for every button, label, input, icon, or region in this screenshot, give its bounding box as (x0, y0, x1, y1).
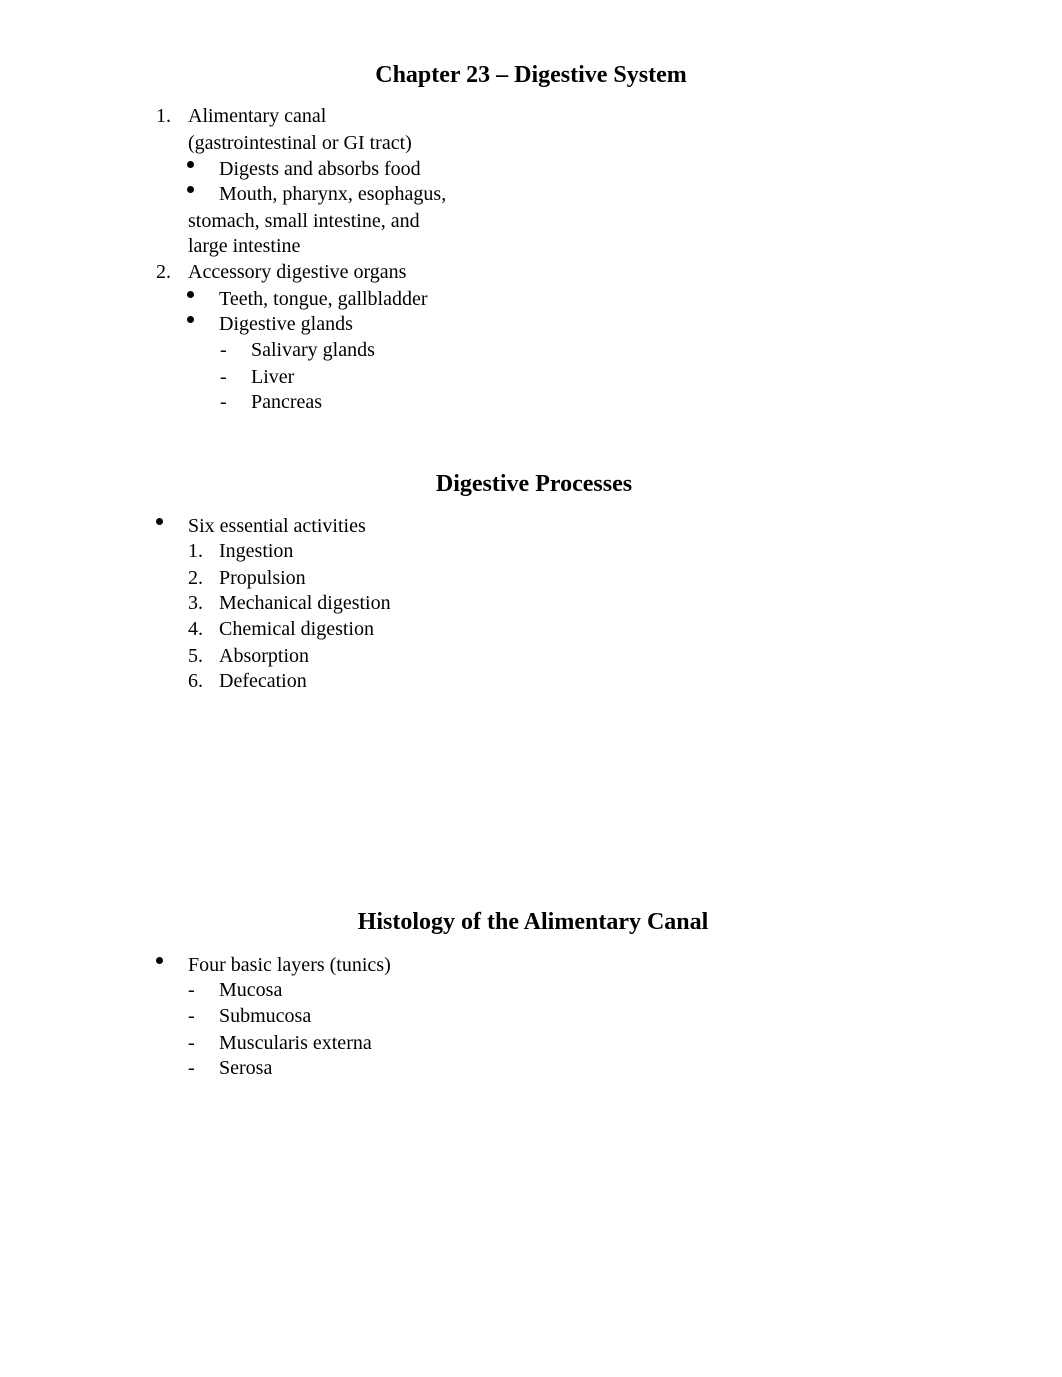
dash-marker: - (188, 1032, 195, 1054)
bullet-icon (156, 957, 163, 964)
dash-item-text: Pancreas (251, 391, 323, 413)
list-number: 6. (188, 670, 203, 692)
list-item-text: Defecation (219, 670, 307, 692)
list-item-text: Alimentary canal (188, 105, 327, 127)
dash-marker: - (220, 366, 227, 388)
document-page: Chapter 23 – Digestive System 1. Aliment… (0, 0, 1062, 1377)
bullet-icon (187, 291, 194, 298)
bullet-item-text: Mouth, pharynx, esophagus, (219, 183, 447, 205)
bullet-icon (187, 161, 194, 168)
dash-item-text: Mucosa (219, 979, 283, 1001)
chapter-title: Chapter 23 – Digestive System (375, 62, 687, 88)
dash-marker: - (220, 339, 227, 361)
dash-item-text: Serosa (219, 1057, 273, 1079)
list-item-text: Ingestion (219, 540, 294, 562)
dash-item-text: Submucosa (219, 1005, 312, 1027)
list-item-text: Absorption (219, 645, 309, 667)
dash-marker: - (220, 391, 227, 413)
bullet-item-text: Six essential activities (188, 515, 366, 537)
bullet-item-text: stomach, small intestine, and (188, 210, 420, 232)
section-heading: Digestive Processes (435, 471, 633, 497)
bullet-item-text: Digests and absorbs food (219, 158, 421, 180)
section-heading: Histology of the Alimentary Canal (357, 909, 709, 935)
list-number: 1. (188, 540, 203, 562)
dash-marker: - (188, 979, 195, 1001)
list-item-text: Accessory digestive organs (188, 261, 407, 283)
list-number: 3. (188, 592, 203, 614)
dash-marker: - (188, 1057, 195, 1079)
bullet-icon (187, 316, 194, 323)
bullet-item-text: Four basic layers (tunics) (188, 954, 391, 976)
list-item-text: Propulsion (219, 567, 306, 589)
list-item-text: Mechanical digestion (219, 592, 391, 614)
dash-item-text: Muscularis externa (219, 1032, 372, 1054)
dash-item-text: Liver (251, 366, 295, 388)
list-item-text: Chemical digestion (219, 618, 374, 640)
bullet-item-text: large intestine (188, 235, 301, 257)
list-number: 5. (188, 645, 203, 667)
list-number: 2. (188, 567, 203, 589)
bullet-item-text: Teeth, tongue, gallbladder (219, 288, 428, 310)
list-number: 4. (188, 618, 203, 640)
bullet-icon (187, 186, 194, 193)
list-number: 2. (156, 261, 171, 283)
list-item-text: (gastrointestinal or GI tract) (188, 132, 412, 154)
dash-item-text: Salivary glands (251, 339, 375, 361)
dash-marker: - (188, 1005, 195, 1027)
bullet-icon (156, 518, 163, 525)
bullet-item-text: Digestive glands (219, 313, 353, 335)
list-number: 1. (156, 105, 171, 127)
